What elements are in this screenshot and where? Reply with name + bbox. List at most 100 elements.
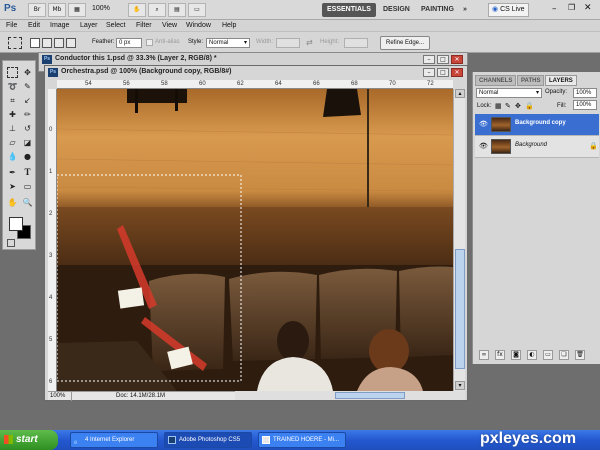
crop-tool-icon[interactable]: ⌗: [7, 95, 18, 106]
menu-select[interactable]: Select: [106, 20, 125, 31]
task-internet-explorer[interactable]: e 4 Internet Explorer: [70, 432, 158, 448]
horizontal-scrollbar[interactable]: [235, 391, 465, 400]
cs-live-button[interactable]: ◉ CS Live: [488, 3, 529, 17]
scroll-thumb[interactable]: [335, 392, 405, 399]
zoom-level[interactable]: 100%: [92, 5, 110, 12]
fill-input[interactable]: 100%: [573, 100, 597, 110]
scroll-thumb[interactable]: [455, 249, 465, 369]
tab-paths[interactable]: PATHS: [517, 75, 545, 86]
refine-edge-button[interactable]: Refine Edge...: [380, 36, 430, 50]
link-layers-icon[interactable]: ∞: [479, 350, 489, 360]
workspace-design[interactable]: DESIGN: [378, 3, 415, 17]
eyedropper-tool-icon[interactable]: ↙: [22, 95, 33, 106]
trash-icon[interactable]: 🗑: [575, 350, 585, 360]
close-icon[interactable]: ✕: [451, 68, 463, 77]
workspace-painting[interactable]: PAINTING: [416, 3, 459, 17]
menu-file[interactable]: File: [6, 20, 17, 31]
image-canvas[interactable]: [57, 89, 453, 391]
adjustment-layer-icon[interactable]: ◐: [527, 350, 537, 360]
feather-input[interactable]: 0 px: [116, 38, 142, 48]
tab-layers[interactable]: LAYERS: [545, 75, 577, 86]
clone-stamp-tool-icon[interactable]: ⊥: [7, 123, 18, 134]
new-selection-icon[interactable]: [30, 38, 40, 48]
antialias-checkbox[interactable]: [146, 39, 153, 46]
menu-edit[interactable]: Edit: [28, 20, 40, 31]
menu-view[interactable]: View: [162, 20, 177, 31]
layer-row-background-copy[interactable]: 👁 Background copy: [475, 114, 599, 136]
ruler-label: 64: [275, 81, 282, 87]
quick-mask-icon[interactable]: [7, 239, 15, 247]
dodge-tool-icon[interactable]: ●: [22, 151, 33, 162]
style-select[interactable]: Normal ▾: [206, 38, 250, 48]
arrange-documents-icon[interactable]: ▤: [168, 3, 186, 17]
close-icon[interactable]: ✕: [451, 55, 463, 64]
task-photoshop[interactable]: Adobe Photoshop CS5: [164, 432, 252, 448]
maximize-icon[interactable]: □: [437, 55, 449, 64]
rect-marquee-tool-icon[interactable]: [7, 67, 18, 78]
view-extras-icon[interactable]: ▦: [68, 3, 86, 17]
mini-bridge-icon[interactable]: Mb: [48, 3, 66, 17]
minimize-icon[interactable]: –: [423, 68, 435, 77]
tab-channels[interactable]: CHANNELS: [475, 75, 517, 86]
hand-icon[interactable]: ✋: [128, 3, 146, 17]
height-input[interactable]: [344, 38, 368, 48]
screen-mode-icon[interactable]: ▭: [188, 3, 206, 17]
eye-icon[interactable]: 👁: [479, 142, 488, 151]
shape-tool-icon[interactable]: ▭: [22, 181, 33, 192]
opacity-input[interactable]: 100%: [573, 88, 597, 98]
vertical-scrollbar[interactable]: ▴ ▾: [453, 89, 465, 391]
status-zoom[interactable]: 100%: [50, 392, 72, 401]
history-brush-tool-icon[interactable]: ↺: [22, 123, 33, 134]
paint-bucket-tool-icon[interactable]: ◪: [22, 137, 33, 148]
blend-mode-select[interactable]: Normal ▾: [476, 88, 542, 98]
maximize-icon[interactable]: □: [437, 68, 449, 77]
width-input[interactable]: [276, 38, 300, 48]
blur-tool-icon[interactable]: 💧: [7, 151, 18, 162]
menu-image[interactable]: Image: [50, 20, 69, 31]
menu-help[interactable]: Help: [222, 20, 236, 31]
restore-app-icon[interactable]: ❐: [568, 3, 575, 12]
scroll-down-icon[interactable]: ▾: [455, 381, 465, 390]
lock-all-icon[interactable]: 🔒: [525, 102, 534, 110]
intersect-selection-icon[interactable]: [66, 38, 76, 48]
marquee-preset-icon[interactable]: [8, 37, 22, 49]
healing-brush-tool-icon[interactable]: ✚: [7, 109, 18, 120]
menu-window[interactable]: Window: [186, 20, 211, 31]
add-selection-icon[interactable]: [42, 38, 52, 48]
move-tool-icon[interactable]: ✥: [22, 67, 33, 78]
quick-select-tool-icon[interactable]: ✎: [22, 81, 33, 92]
lock-transparent-icon[interactable]: ▦: [495, 102, 502, 110]
zoom-tool-icon[interactable]: 🔍: [22, 197, 33, 208]
add-mask-icon[interactable]: ◙: [511, 350, 521, 360]
task-trained[interactable]: TRAINED HOERE - Mi...: [258, 432, 346, 448]
lock-image-icon[interactable]: ✎: [505, 102, 511, 110]
more-workspaces-icon[interactable]: »: [458, 3, 472, 17]
eraser-tool-icon[interactable]: ▱: [7, 137, 18, 148]
menu-layer[interactable]: Layer: [80, 20, 98, 31]
foreground-color-swatch[interactable]: [9, 217, 23, 231]
zoom-icon[interactable]: ⌕: [148, 3, 166, 17]
close-app-icon[interactable]: ✕: [584, 3, 592, 13]
type-tool-icon[interactable]: T: [22, 167, 33, 178]
watermark: pxleyes.com: [480, 430, 577, 447]
menu-filter[interactable]: Filter: [136, 20, 152, 31]
bridge-icon[interactable]: Br: [28, 3, 46, 17]
path-select-tool-icon[interactable]: ➤: [7, 181, 18, 192]
minimize-icon[interactable]: –: [423, 55, 435, 64]
subtract-selection-icon[interactable]: [54, 38, 64, 48]
eye-icon[interactable]: 👁: [479, 120, 488, 129]
hand-tool-icon[interactable]: ✋: [7, 197, 18, 208]
workspace-essentials[interactable]: ESSENTIALS: [322, 3, 376, 17]
new-group-icon[interactable]: ▭: [543, 350, 553, 360]
scroll-up-icon[interactable]: ▴: [455, 89, 465, 98]
lasso-tool-icon[interactable]: ➰: [7, 81, 18, 92]
brush-tool-icon[interactable]: ✏: [22, 109, 33, 120]
start-button[interactable]: start: [0, 430, 58, 450]
swap-dimensions-icon[interactable]: ⇄: [306, 38, 313, 47]
layer-row-background[interactable]: 👁 Background 🔒: [475, 136, 599, 158]
layer-style-icon[interactable]: fx: [495, 350, 505, 360]
pen-tool-icon[interactable]: ✒: [7, 167, 18, 178]
new-layer-icon[interactable]: ❏: [559, 350, 569, 360]
minimize-app-icon[interactable]: –: [552, 4, 557, 14]
lock-position-icon[interactable]: ✥: [515, 102, 521, 110]
